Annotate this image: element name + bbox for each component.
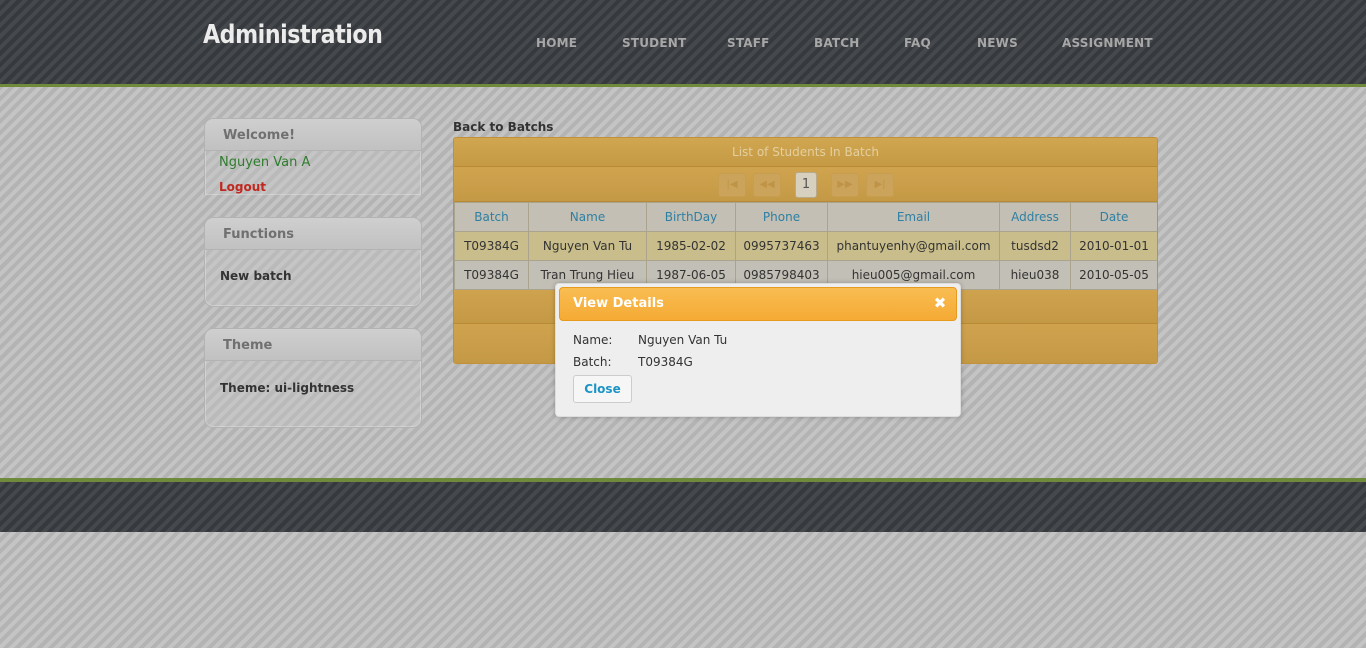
col-phone[interactable]: Phone — [735, 202, 828, 232]
close-icon[interactable]: ✖ — [932, 295, 948, 311]
students-table: Batch Name BirthDay Phone Email Address … — [454, 202, 1157, 290]
theme-box: Theme Theme: ui-lightness — [204, 328, 422, 428]
back-to-batchs-link[interactable]: Back to Batchs — [453, 120, 553, 134]
logout-link[interactable]: Logout — [219, 180, 266, 194]
nav-batch[interactable]: BATCH — [814, 36, 860, 50]
cell-email: phantuyenhy@gmail.com — [827, 231, 1000, 261]
footer — [0, 478, 1366, 532]
welcome-title: Welcome! — [205, 119, 421, 151]
functions-title: Functions — [205, 218, 421, 250]
functions-box: Functions New batch — [204, 217, 422, 307]
cell-batch: T09384G — [454, 231, 529, 261]
cell-batch: T09384G — [454, 260, 529, 290]
site-logo[interactable]: Administration — [203, 20, 383, 50]
new-batch-link[interactable]: New batch — [220, 269, 292, 283]
batch-value: T09384G — [638, 355, 693, 369]
cell-date: 2010-01-01 — [1070, 231, 1157, 261]
last-page-icon[interactable]: ▶| — [866, 173, 894, 197]
grid-caption: List of Students In Batch — [454, 138, 1157, 167]
cell-name: Nguyen Van Tu — [528, 231, 647, 261]
first-page-icon[interactable]: |◀ — [718, 173, 746, 197]
theme-title: Theme — [205, 329, 421, 361]
col-birthday[interactable]: BirthDay — [646, 202, 736, 232]
col-email[interactable]: Email — [827, 202, 1000, 232]
prev-page-icon[interactable]: ◀◀ — [753, 173, 781, 197]
cell-address: hieu038 — [999, 260, 1071, 290]
nav-home[interactable]: HOME — [536, 36, 577, 50]
name-label: Name: — [573, 333, 613, 347]
cell-birthday: 1985-02-02 — [646, 231, 736, 261]
header: Administration HOME STUDENT STAFF BATCH … — [0, 0, 1366, 87]
view-details-dialog: View Details ✖ Name: Nguyen Van Tu Batch… — [555, 283, 961, 417]
dialog-title: View Details — [573, 296, 664, 311]
col-name[interactable]: Name — [528, 202, 647, 232]
theme-value: Theme: ui-lightness — [220, 381, 355, 395]
close-button[interactable]: Close — [573, 375, 632, 403]
next-page-icon[interactable]: ▶▶ — [831, 173, 859, 197]
grid-pager: |◀ ◀◀ 1 ▶▶ ▶| — [454, 167, 1157, 202]
batch-label: Batch: — [573, 355, 612, 369]
cell-phone: 0995737463 — [735, 231, 828, 261]
welcome-box: Welcome! Nguyen Van A Logout — [204, 118, 422, 195]
current-page[interactable]: 1 — [795, 172, 817, 198]
col-batch[interactable]: Batch — [454, 202, 529, 232]
nav-staff[interactable]: STAFF — [727, 36, 770, 50]
cell-date: 2010-05-05 — [1070, 260, 1157, 290]
nav-student[interactable]: STUDENT — [622, 36, 686, 50]
dialog-titlebar[interactable]: View Details ✖ — [559, 287, 957, 321]
nav-faq[interactable]: FAQ — [904, 36, 931, 50]
table-header-row: Batch Name BirthDay Phone Email Address … — [454, 202, 1157, 232]
nav-assignment[interactable]: ASSIGNMENT — [1062, 36, 1153, 50]
name-value: Nguyen Van Tu — [638, 333, 728, 347]
username: Nguyen Van A — [219, 155, 311, 170]
table-row[interactable]: T09384G Nguyen Van Tu 1985-02-02 0995737… — [454, 231, 1157, 261]
nav-news[interactable]: NEWS — [977, 36, 1018, 50]
cell-address: tusdsd2 — [999, 231, 1071, 261]
col-date[interactable]: Date — [1070, 202, 1157, 232]
col-address[interactable]: Address — [999, 202, 1071, 232]
